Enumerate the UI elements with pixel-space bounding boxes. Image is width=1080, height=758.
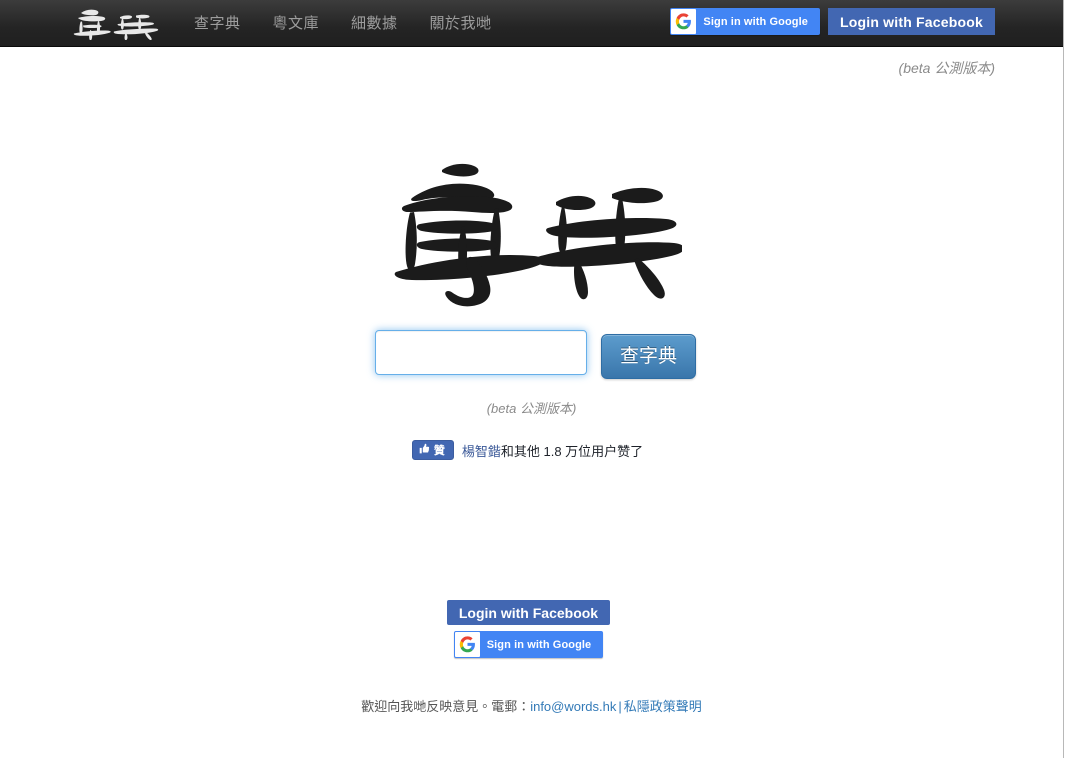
- footer-lead-text: 歡迎向我哋反映意見。電郵：: [361, 699, 531, 714]
- facebook-like-rest-text: 和其他 1.8 万位用户赞了: [500, 443, 644, 459]
- navbar-auth-buttons: Sign in with Google Login with Facebook: [670, 8, 995, 35]
- nav-item-about[interactable]: 關於我哋: [414, 0, 508, 47]
- page-root: 查字典 粵文庫 細數據 關於我哋 Sign in with Google Log…: [0, 0, 1063, 758]
- beta-notice-top: (beta 公測版本): [898, 60, 995, 76]
- navbar-brand-logo[interactable]: [66, 3, 162, 43]
- footer-privacy-link[interactable]: 私隱政策聲明: [624, 699, 702, 714]
- google-g-icon-svg: [676, 13, 692, 30]
- facebook-like-social-text: 楊智鍇和其他 1.8 万位用户赞了: [462, 441, 643, 460]
- nav-item-data[interactable]: 細數據: [335, 0, 414, 47]
- facebook-liker-name[interactable]: 楊智鍇: [462, 444, 501, 459]
- bottom-facebook-login-button[interactable]: Login with Facebook: [446, 600, 611, 625]
- bottom-login-buttons: Login with Facebook Sign in with Google: [0, 600, 1063, 658]
- google-g-icon-svg: [459, 636, 475, 653]
- hero-logo: 粵典 calligraphy logo: [0, 142, 1063, 312]
- bottom-google-signin-button[interactable]: Sign in with Google: [453, 631, 604, 658]
- nav-item-dictionary[interactable]: 查字典: [178, 0, 257, 47]
- search-input[interactable]: [374, 330, 587, 375]
- bottom-google-signin-label: Sign in with Google: [486, 638, 592, 651]
- nav-item-corpus[interactable]: 粵文庫: [257, 0, 336, 47]
- search-submit-button[interactable]: 查字典: [600, 334, 696, 379]
- thumbs-up-icon: [419, 443, 430, 457]
- vertical-scrollbar-gutter[interactable]: [1063, 0, 1080, 758]
- brand-logo-icon: [73, 9, 159, 40]
- search-form: 查字典: [0, 330, 1063, 379]
- nav-link-data[interactable]: 細數據: [335, 0, 414, 47]
- facebook-like-label: 贊: [433, 445, 445, 457]
- navbar-google-signin-label: Sign in with Google: [703, 15, 808, 28]
- top-navbar: 查字典 粵文庫 細數據 關於我哋 Sign in with Google Log…: [0, 0, 1063, 47]
- thumbs-up-icon-svg: [419, 443, 429, 454]
- navbar-facebook-login-button[interactable]: Login with Facebook: [827, 8, 995, 35]
- google-g-icon: [454, 632, 480, 657]
- google-g-icon: [671, 9, 697, 34]
- facebook-like-widget: 贊 楊智鍇和其他 1.8 万位用户赞了: [0, 440, 1063, 460]
- footer: 歡迎向我哋反映意見。電郵：info@words.hk | 私隱政策聲明: [0, 696, 1063, 715]
- nav-link-corpus[interactable]: 粵文庫: [257, 0, 336, 47]
- facebook-like-button[interactable]: 贊: [411, 440, 454, 460]
- nav-link-about[interactable]: 關於我哋: [414, 0, 508, 47]
- footer-separator: |: [618, 699, 622, 714]
- hero-logo-icon: 粵典 calligraphy logo: [394, 163, 682, 307]
- beta-notice-middle: (beta 公測版本): [486, 401, 577, 416]
- navbar-links: 查字典 粵文庫 細數據 關於我哋: [178, 0, 508, 47]
- nav-link-dictionary[interactable]: 查字典: [178, 0, 257, 47]
- navbar-google-signin-button[interactable]: Sign in with Google: [670, 8, 820, 35]
- footer-email-link[interactable]: info@words.hk: [530, 699, 616, 714]
